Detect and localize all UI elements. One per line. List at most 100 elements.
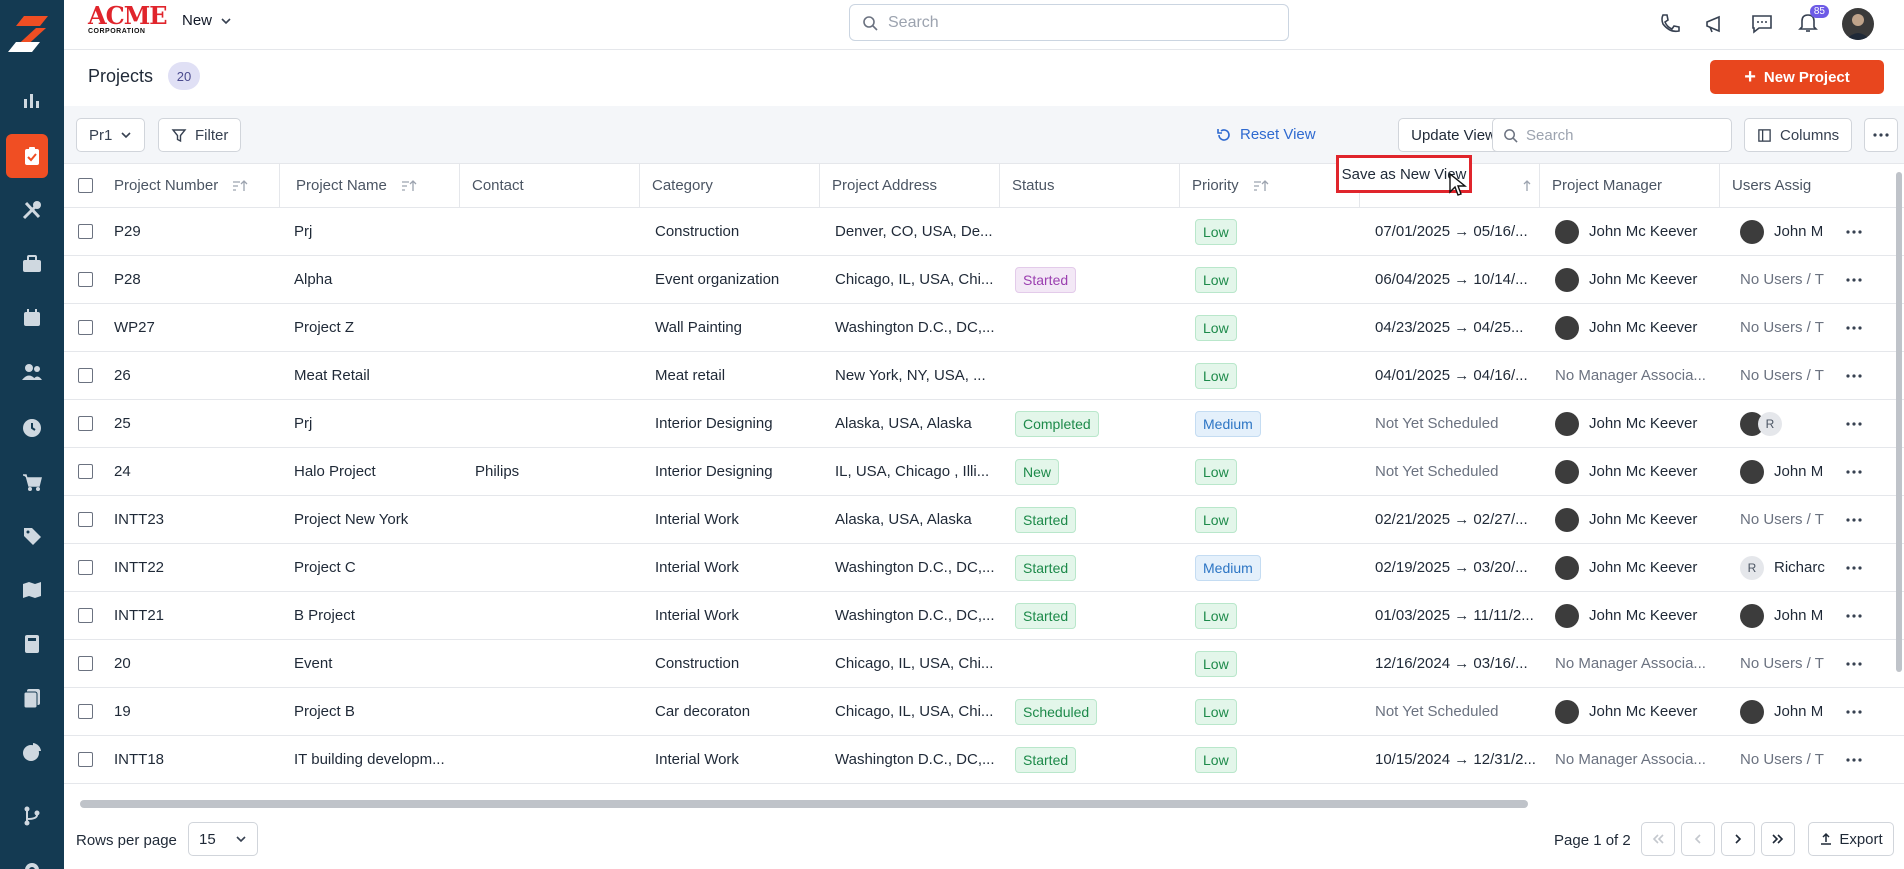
horizontal-scrollbar[interactable] [80,800,1528,808]
table-row[interactable]: INTT23 Project New York Interial Work Alask… [64,496,1904,544]
project-name-cell[interactable]: Halo Project [294,448,460,495]
project-name-cell[interactable]: Project Z [294,304,460,351]
column-header-project-number[interactable]: Project Number [98,164,280,207]
table-row[interactable]: P29 Prj Construction Denver, CO, USA, De...… [64,208,1904,256]
row-actions-button[interactable] [1846,544,1862,591]
project-name-cell[interactable]: B Project [294,592,460,639]
project-name-cell[interactable]: Project New York [294,496,460,543]
column-header-project-name[interactable]: Project Name [280,164,460,207]
row-checkbox[interactable] [78,688,98,735]
sidebar-item-projects[interactable] [0,134,64,178]
row-actions-button[interactable] [1846,592,1862,639]
sort-icon[interactable] [1253,179,1269,193]
row-actions-button[interactable] [1846,208,1862,255]
row-actions-button[interactable] [1846,256,1862,303]
sidebar-item-purchases[interactable] [0,460,64,504]
table-row[interactable]: 20 Event Construction Chicago, IL, USA, Chi… [64,640,1904,688]
table-row[interactable]: P28 Alpha Event organization Chicago, IL, U… [64,256,1904,304]
row-checkbox[interactable] [78,208,98,255]
table-row[interactable]: 26 Meat Retail Meat retail New York, NY, US… [64,352,1904,400]
sidebar-item-time[interactable] [0,406,64,450]
sidebar-item-calendar[interactable] [0,296,64,340]
row-checkbox[interactable] [78,304,98,351]
project-name-cell[interactable]: Meat Retail [294,352,460,399]
row-checkbox[interactable] [78,400,98,447]
sort-icon[interactable] [1515,179,1531,193]
row-actions-button[interactable] [1846,736,1862,783]
row-actions-button[interactable] [1846,496,1862,543]
table-row[interactable]: WP27 Project Z Wall Painting Washington D.C… [64,304,1904,352]
view-select[interactable]: Pr1 [76,118,146,152]
column-header-status[interactable]: Status [1000,164,1180,207]
row-checkbox[interactable] [78,736,98,783]
project-name-cell[interactable]: IT building developm... [294,736,460,783]
table-row[interactable]: 25 Prj Interior Designing Alaska, USA, Alas… [64,400,1904,448]
row-actions-button[interactable] [1846,448,1862,495]
last-page-button[interactable] [1761,822,1795,856]
sort-icon[interactable] [401,179,417,193]
sidebar-item-jobs[interactable] [0,242,64,286]
column-header-project-address[interactable]: Project Address [820,164,1000,207]
row-checkbox[interactable] [78,496,98,543]
column-header-contact[interactable]: Contact [460,164,640,207]
table-row[interactable]: 19 Project B Car decoraton Chicago, IL, USA… [64,688,1904,736]
phone-icon[interactable] [1658,12,1682,36]
project-name-cell[interactable]: Project B [294,688,460,735]
megaphone-icon[interactable] [1704,12,1728,36]
export-button[interactable]: Export [1808,822,1894,856]
project-name-cell[interactable]: Event [294,640,460,687]
new-project-button[interactable]: + New Project [1710,60,1884,94]
app-logo-icon[interactable] [6,12,56,56]
sidebar-item-reports[interactable] [0,730,64,774]
select-all-checkbox[interactable] [78,164,98,207]
columns-button[interactable]: Columns [1744,118,1853,152]
table-row[interactable]: 24 Halo Project Philips Interior Designing I… [64,448,1904,496]
table-search-input[interactable]: Search [1492,118,1732,152]
sidebar-item-estimates[interactable] [0,622,64,666]
sort-icon[interactable] [232,179,248,193]
column-header-users-assigned[interactable]: Users Assig [1720,164,1884,207]
sidebar-item-contacts[interactable] [0,350,64,394]
project-name-cell[interactable]: Project C [294,544,460,591]
row-checkbox[interactable] [78,352,98,399]
sidebar-item-map[interactable] [0,568,64,612]
global-search-input[interactable]: Search [849,4,1289,41]
user-avatar[interactable] [1842,8,1874,40]
project-name-cell[interactable]: Prj [294,400,460,447]
vertical-scrollbar[interactable] [1896,172,1902,672]
row-actions-button[interactable] [1846,400,1862,447]
sidebar-item-settings[interactable] [0,848,64,869]
next-page-button[interactable] [1721,822,1755,856]
row-checkbox[interactable] [78,640,98,687]
previous-page-button[interactable] [1681,822,1715,856]
column-header-project-manager[interactable]: Project Manager [1540,164,1720,207]
project-name-cell[interactable]: Alpha [294,256,460,303]
sidebar-item-dashboard[interactable] [0,78,64,122]
column-header-category[interactable]: Category [640,164,820,207]
table-row[interactable]: INTT18 IT building developm... Interial Wo… [64,736,1904,784]
notifications-button[interactable]: 85 [1796,5,1829,38]
row-checkbox[interactable] [78,256,98,303]
row-actions-button[interactable] [1846,352,1862,399]
column-header-priority[interactable]: Priority [1180,164,1360,207]
first-page-button[interactable] [1641,822,1675,856]
sidebar-item-workflows[interactable] [0,794,64,838]
reset-view-button[interactable]: Reset View [1216,126,1316,143]
filter-button[interactable]: Filter [158,118,242,152]
sidebar-item-tools[interactable] [0,188,64,232]
row-actions-button[interactable] [1846,688,1862,735]
table-row[interactable]: INTT22 Project C Interial Work Washington D… [64,544,1904,592]
row-checkbox[interactable] [78,544,98,591]
rows-per-page-select[interactable]: 15 [188,822,258,856]
sidebar-item-pricing[interactable] [0,514,64,558]
row-checkbox[interactable] [78,592,98,639]
row-actions-button[interactable] [1846,640,1862,687]
new-menu-button[interactable]: New [182,12,232,29]
row-checkbox[interactable] [78,448,98,495]
sidebar-item-documents[interactable] [0,676,64,720]
chat-icon[interactable] [1750,12,1774,36]
table-row[interactable]: INTT21 B Project Interial Work Washington D… [64,592,1904,640]
project-name-cell[interactable]: Prj [294,208,460,255]
more-options-button[interactable] [1864,118,1898,152]
row-actions-button[interactable] [1846,304,1862,351]
